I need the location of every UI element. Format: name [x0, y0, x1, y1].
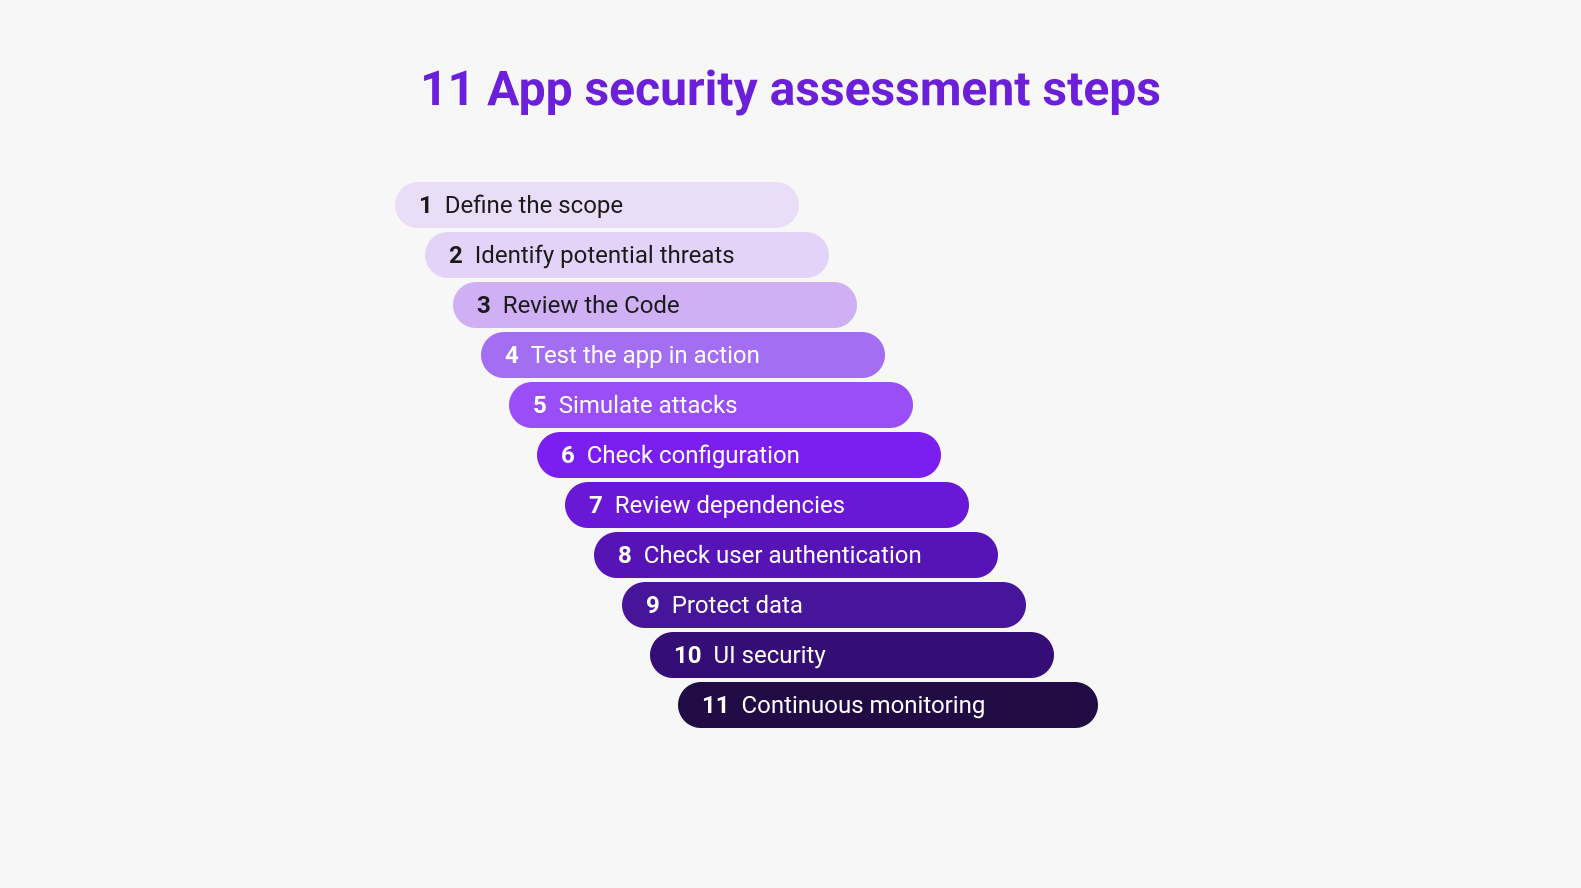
- step-6: 6 Check configuration: [537, 432, 941, 478]
- step-label: Test the app in action: [531, 341, 760, 369]
- step-4: 4 Test the app in action: [481, 332, 885, 378]
- step-number: 6: [561, 441, 575, 469]
- step-number: 11: [702, 691, 730, 719]
- step-number: 10: [674, 641, 702, 669]
- step-9: 9 Protect data: [622, 582, 1026, 628]
- step-3: 3 Review the Code: [453, 282, 857, 328]
- step-label: Review dependencies: [615, 491, 845, 519]
- step-number: 5: [533, 391, 547, 419]
- step-number: 2: [449, 241, 463, 269]
- step-label: Review the Code: [503, 291, 680, 319]
- step-number: 8: [618, 541, 632, 569]
- step-5: 5 Simulate attacks: [509, 382, 913, 428]
- step-label: Define the scope: [445, 191, 623, 219]
- step-11: 11 Continuous monitoring: [678, 682, 1098, 728]
- step-7: 7 Review dependencies: [565, 482, 969, 528]
- step-number: 4: [505, 341, 519, 369]
- step-number: 7: [589, 491, 603, 519]
- step-number: 3: [477, 291, 491, 319]
- step-1: 1 Define the scope: [395, 182, 799, 228]
- step-10: 10 UI security: [650, 632, 1054, 678]
- step-label: Simulate attacks: [559, 391, 738, 419]
- step-number: 9: [646, 591, 660, 619]
- step-number: 1: [419, 191, 433, 219]
- step-label: UI security: [714, 641, 826, 669]
- step-label: Check user authentication: [644, 541, 922, 569]
- step-label: Protect data: [672, 591, 803, 619]
- step-label: Identify potential threats: [475, 241, 735, 269]
- step-label: Continuous monitoring: [742, 691, 986, 719]
- diagram-title: 11 App security assessment steps: [0, 60, 1581, 117]
- step-2: 2 Identify potential threats: [425, 232, 829, 278]
- step-label: Check configuration: [587, 441, 800, 469]
- step-8: 8 Check user authentication: [594, 532, 998, 578]
